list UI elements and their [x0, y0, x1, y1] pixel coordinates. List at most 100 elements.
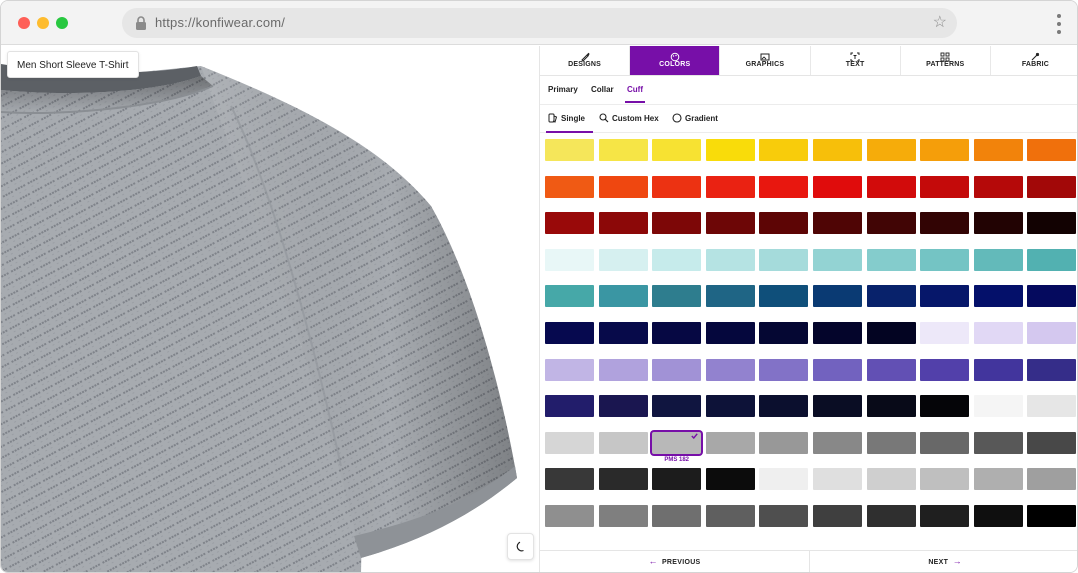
color-swatch[interactable]: [813, 468, 862, 491]
color-swatch[interactable]: [866, 468, 916, 491]
color-swatch[interactable]: [1027, 505, 1077, 527]
color-swatch[interactable]: [813, 505, 862, 527]
color-swatch[interactable]: [759, 431, 809, 454]
color-swatch[interactable]: [705, 358, 755, 381]
color-swatch[interactable]: [920, 431, 970, 454]
color-swatch[interactable]: [920, 358, 970, 381]
color-swatch[interactable]: [598, 285, 648, 308]
color-swatch[interactable]: [705, 248, 755, 271]
color-swatch[interactable]: [598, 431, 648, 454]
color-swatch[interactable]: [545, 285, 594, 308]
color-swatch[interactable]: [1027, 212, 1077, 235]
color-swatch[interactable]: [973, 358, 1023, 381]
color-swatch[interactable]: [866, 248, 916, 271]
color-swatch[interactable]: [545, 358, 594, 381]
color-swatch[interactable]: [973, 212, 1023, 235]
color-swatch[interactable]: [973, 139, 1023, 161]
browser-menu-icon[interactable]: [1054, 13, 1064, 35]
color-swatch[interactable]: [545, 431, 594, 454]
color-swatch[interactable]: [1027, 431, 1077, 454]
color-swatch[interactable]: [920, 248, 970, 271]
color-swatch[interactable]: [545, 395, 594, 418]
color-swatch[interactable]: [545, 322, 594, 344]
color-swatch[interactable]: [813, 322, 862, 344]
color-swatch[interactable]: [973, 175, 1023, 198]
color-swatch[interactable]: [545, 139, 594, 161]
color-swatch[interactable]: [1027, 139, 1077, 161]
mode-gradient[interactable]: Gradient: [672, 112, 720, 126]
color-swatch[interactable]: [973, 285, 1023, 308]
color-swatch[interactable]: [866, 358, 916, 381]
color-swatch[interactable]: [813, 175, 862, 198]
color-swatch[interactable]: [973, 431, 1023, 454]
color-swatch[interactable]: [920, 322, 970, 344]
color-swatch[interactable]: [759, 468, 809, 491]
color-swatch[interactable]: [866, 285, 916, 308]
color-swatch[interactable]: [920, 175, 970, 198]
color-swatch[interactable]: [652, 139, 702, 161]
dark-mode-toggle[interactable]: [507, 533, 534, 560]
color-swatch[interactable]: [813, 139, 862, 161]
color-swatch[interactable]: [973, 505, 1023, 527]
next-button[interactable]: NEXT →: [810, 551, 1077, 572]
color-swatch[interactable]: [973, 468, 1023, 491]
close-window-button[interactable]: [18, 17, 30, 29]
previous-button[interactable]: ← PREVIOUS: [540, 551, 810, 572]
color-swatch[interactable]: [813, 285, 862, 308]
tab-patterns[interactable]: PATTERNS: [901, 46, 991, 75]
color-swatch[interactable]: [545, 468, 594, 491]
color-swatch[interactable]: [866, 505, 916, 527]
color-swatch[interactable]: [652, 175, 702, 198]
tab-text[interactable]: TEXT: [811, 46, 901, 75]
color-swatch[interactable]: [598, 139, 648, 161]
color-swatch[interactable]: [759, 212, 809, 235]
color-swatch[interactable]: [545, 248, 594, 271]
color-swatch[interactable]: [920, 468, 970, 491]
color-swatch[interactable]: [813, 212, 862, 235]
tab-colors[interactable]: COLORS: [630, 46, 721, 75]
color-swatch[interactable]: [866, 175, 916, 198]
color-swatch[interactable]: [759, 175, 809, 198]
color-swatch[interactable]: [759, 358, 809, 381]
bookmark-star-icon[interactable]: ☆: [933, 14, 947, 32]
color-swatch[interactable]: [652, 248, 702, 271]
color-swatch[interactable]: [973, 248, 1023, 271]
color-swatch[interactable]: [705, 139, 755, 161]
color-swatch[interactable]: [813, 431, 862, 454]
color-swatch[interactable]: [545, 175, 594, 198]
color-swatch[interactable]: [705, 395, 755, 418]
color-swatch[interactable]: [1027, 395, 1077, 418]
color-swatch[interactable]: [759, 395, 809, 418]
color-swatch[interactable]: [866, 139, 916, 161]
color-swatch[interactable]: [1027, 175, 1077, 198]
color-swatch[interactable]: [866, 212, 916, 235]
color-swatch[interactable]: [920, 505, 970, 527]
color-swatch[interactable]: [598, 395, 648, 418]
tab-fabric[interactable]: FABRIC: [991, 46, 1077, 75]
color-swatch[interactable]: [598, 175, 648, 198]
mode-custom-hex[interactable]: Custom Hex: [599, 112, 661, 126]
maximize-window-button[interactable]: [56, 17, 68, 29]
color-swatch[interactable]: [759, 139, 809, 161]
address-bar[interactable]: https://konfiwear.com/ ☆: [122, 8, 957, 38]
color-swatch[interactable]: [1027, 285, 1077, 308]
subtab-collar[interactable]: Collar: [591, 85, 614, 94]
color-swatch[interactable]: [1027, 358, 1077, 381]
color-swatch[interactable]: [759, 322, 809, 344]
color-swatch[interactable]: [813, 248, 862, 271]
color-swatch[interactable]: [705, 505, 755, 527]
mode-single[interactable]: Single: [548, 112, 593, 126]
color-swatch[interactable]: [973, 322, 1023, 344]
color-swatch[interactable]: [813, 358, 862, 381]
color-swatch[interactable]: [545, 212, 594, 235]
color-swatch[interactable]: [1027, 468, 1077, 491]
color-swatch[interactable]: [759, 285, 809, 308]
color-swatch[interactable]: [652, 322, 702, 344]
color-swatch[interactable]: [1027, 322, 1077, 344]
color-swatch[interactable]: [598, 248, 648, 271]
color-swatch[interactable]: [652, 395, 702, 418]
color-swatch[interactable]: [813, 395, 862, 418]
color-swatch[interactable]: [705, 285, 755, 308]
tab-designs[interactable]: DESIGNS: [540, 46, 631, 75]
color-swatch[interactable]: [598, 322, 648, 344]
